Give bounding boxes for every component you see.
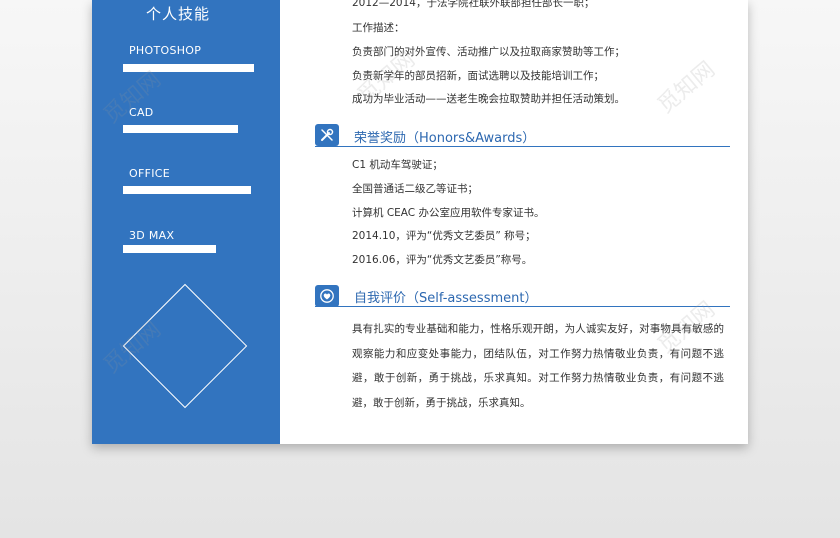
skill-bar-cad [123,125,238,133]
tools-icon [315,124,339,146]
experience-line: 负责部门的对外宣传、活动推广以及拉取商家赞助等工作； [352,46,625,58]
self-assessment-text: 具有扎实的专业基础和能力，性格乐观开朗，为人诚实友好，对事物具有敏感的观察能力和… [352,323,724,409]
resume-page: 个人技能 PHOTOSHOP CAD OFFICE 3D MAX 2012—20… [92,0,748,444]
experience-line: 2012—2014，于法学院社联外联部担任部长一职； [352,0,595,9]
skill-bar-3dmax [123,245,216,253]
experience-line: 成功为毕业活动——送老生晚会拉取赞助并担任活动策划。 [352,93,625,105]
skill-name-3dmax: 3D MAX [129,229,175,242]
skill-name-office: OFFICE [129,167,170,180]
heart-icon [315,285,339,307]
honors-title: 荣誉奖励（Honors&Awards） [354,131,536,146]
skill-bar-office [123,186,251,194]
honor-item: 计算机 CEAC 办公室应用软件专家证书。 [352,207,545,219]
experience-line: 工作描述： [352,22,405,34]
honor-item: 2014.10，评为“优秀文艺委员” 称号； [352,230,536,242]
honors-divider [315,146,730,147]
skills-sidebar: 个人技能 PHOTOSHOP CAD OFFICE 3D MAX [92,0,280,444]
experience-line: 负责新学年的部员招新，面试选聘以及技能培训工作； [352,70,604,82]
self-assessment-divider [315,306,730,307]
honor-item: C1 机动车驾驶证； [352,159,443,171]
skill-name-cad: CAD [129,106,154,119]
skill-name-photoshop: PHOTOSHOP [129,44,202,57]
skills-title: 个人技能 [146,5,211,23]
honor-item: 2016.06，评为“优秀文艺委员”称号。 [352,254,533,266]
decorative-diamond [122,283,248,409]
self-assessment-title: 自我评价（Self-assessment） [354,291,538,306]
honor-item: 全国普通话二级乙等证书； [352,183,478,195]
skill-bar-photoshop [123,64,254,72]
resume-content: 2012—2014，于法学院社联外联部担任部长一职； 工作描述： 负责部门的对外… [280,0,748,444]
